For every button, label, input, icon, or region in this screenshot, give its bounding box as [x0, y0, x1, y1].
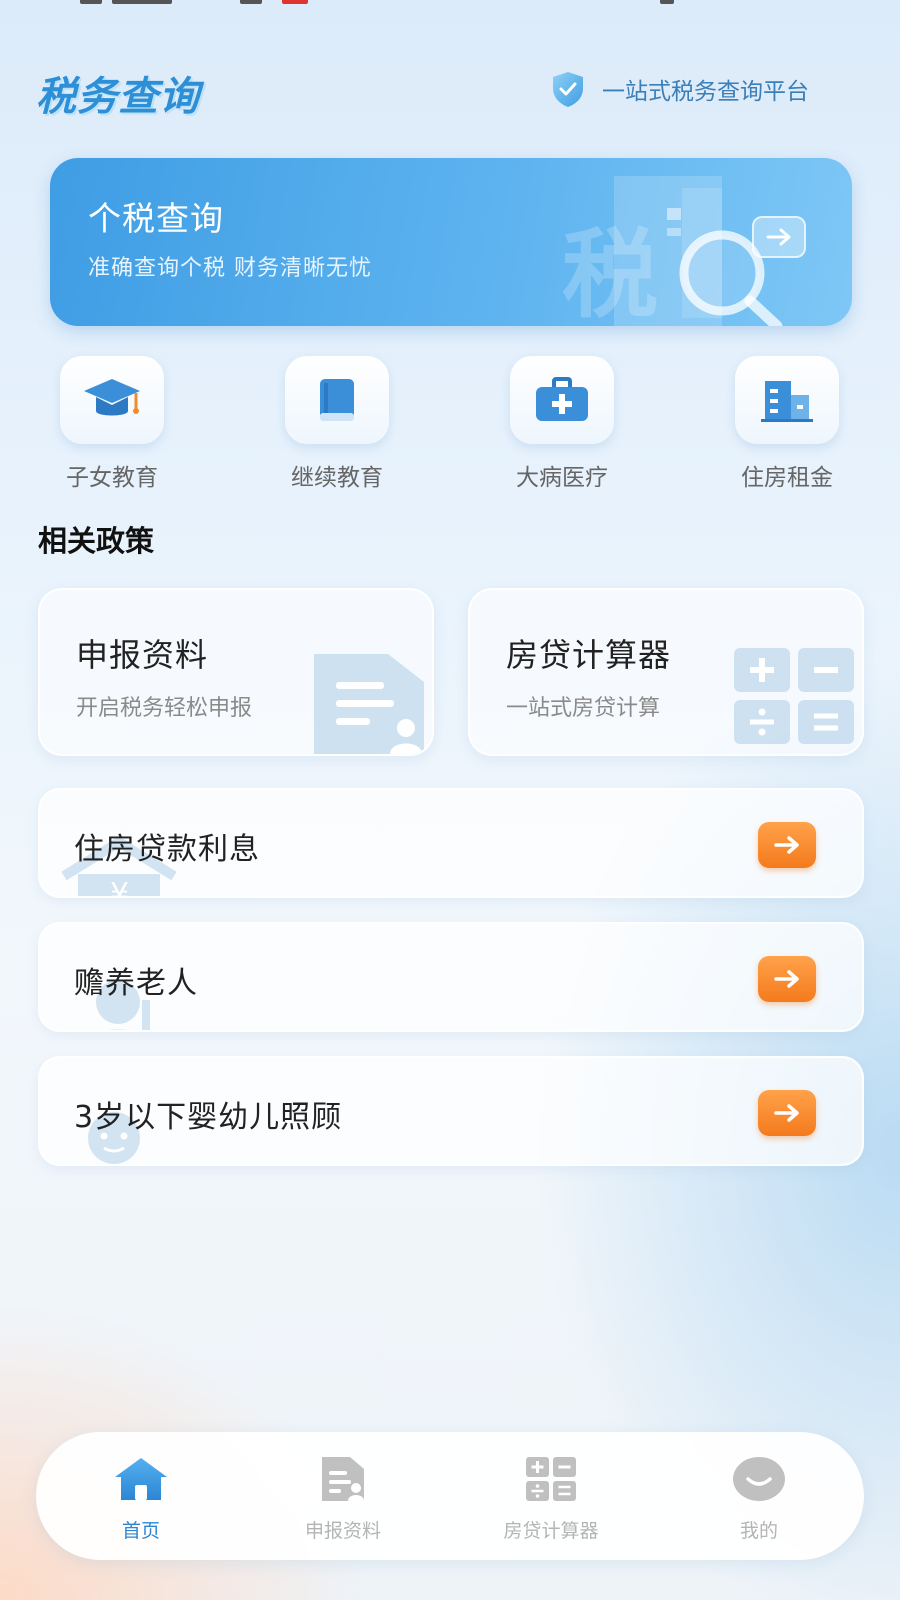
banner-subtitle: 准确查询个税 财务清晰无忧	[88, 256, 372, 281]
category-children-education[interactable]: 子女教育	[32, 356, 192, 492]
elderly-support-row[interactable]: 赡养老人	[38, 922, 864, 1032]
svg-text:¥: ¥	[110, 877, 129, 898]
category-continuing-education[interactable]: 继续教育	[257, 356, 417, 492]
bottom-tab-bar: 首页 申报资料 房贷计算器 我的	[36, 1432, 864, 1560]
tab-label: 房贷计算器	[503, 1520, 599, 1542]
tab-profile[interactable]: 我的	[684, 1454, 834, 1543]
graduation-cap-icon	[84, 379, 140, 416]
calculator-icon	[734, 648, 854, 744]
document-icon	[322, 1457, 364, 1501]
category-label: 住房租金	[741, 465, 833, 491]
app-title: 税务查询	[36, 74, 200, 120]
shield-icon	[553, 72, 583, 107]
housing-loan-interest-row[interactable]: ¥ 住房贷款利息	[38, 788, 864, 898]
building-icon	[761, 381, 813, 422]
row-label: 3岁以下婴幼儿照顾	[74, 1100, 343, 1135]
category-major-illness[interactable]: 大病医疗	[482, 356, 642, 492]
card-subtitle: 一站式房贷计算	[506, 696, 661, 721]
tax-query-banner[interactable]: 个税查询 准确查询个税 财务清晰无忧 税	[50, 158, 852, 326]
category-label: 大病医疗	[516, 465, 608, 491]
tab-label: 我的	[739, 1520, 778, 1542]
category-housing-rent[interactable]: 住房租金	[707, 356, 867, 492]
document-icon	[314, 654, 424, 754]
go-arrow-button[interactable]	[758, 1090, 816, 1136]
banner-art-text: 税	[562, 219, 658, 326]
medical-kit-icon	[536, 377, 588, 421]
category-label: 继续教育	[291, 465, 383, 491]
banner-arrow-button[interactable]	[752, 216, 806, 258]
section-title: 相关政策	[38, 524, 155, 558]
mortgage-calculator-card[interactable]: 房贷计算器 一站式房贷计算	[468, 588, 864, 756]
tab-label: 首页	[121, 1520, 160, 1542]
smile-icon	[733, 1457, 785, 1501]
home-icon	[115, 1458, 167, 1500]
status-bar	[0, 0, 900, 8]
card-subtitle: 开启税务轻松申报	[76, 696, 253, 721]
arrow-right-icon	[766, 228, 791, 246]
category-label: 子女教育	[66, 465, 158, 491]
row-label: 赡养老人	[74, 966, 198, 1001]
calculator-icon	[526, 1457, 576, 1501]
go-arrow-button[interactable]	[758, 822, 816, 868]
tab-label: 申报资料	[304, 1520, 381, 1542]
go-arrow-button[interactable]	[758, 956, 816, 1002]
tab-mortgage-calculator[interactable]: 房贷计算器	[476, 1454, 626, 1543]
tab-home[interactable]: 首页	[66, 1454, 216, 1543]
row-label: 住房贷款利息	[74, 832, 260, 867]
arrow-right-icon	[774, 1104, 799, 1122]
arrow-right-icon	[774, 970, 799, 988]
banner-title: 个税查询	[88, 199, 224, 238]
arrow-right-icon	[774, 836, 799, 854]
tab-declaration-materials[interactable]: 申报资料	[268, 1454, 418, 1543]
card-title: 房贷计算器	[506, 636, 672, 674]
infant-care-row[interactable]: 3岁以下婴幼儿照顾	[38, 1056, 864, 1166]
declaration-materials-card[interactable]: 申报资料 开启税务轻松申报	[38, 588, 434, 756]
book-icon	[320, 379, 354, 421]
card-title: 申报资料	[76, 636, 209, 674]
slogan: 一站式税务查询平台	[602, 79, 809, 105]
